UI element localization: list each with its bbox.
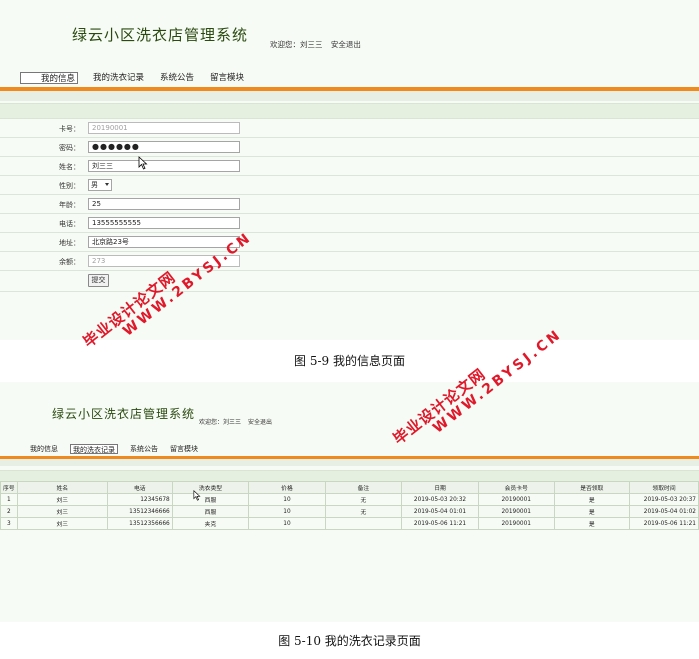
cell-collected: 是 [553, 493, 631, 506]
form-row-address: 地址： 北京路23号 [0, 233, 699, 252]
form-row-gender: 性别： 男 [0, 176, 699, 195]
cell-remark [324, 517, 403, 530]
cell-name: 刘三 [16, 505, 108, 518]
cell-phone: 13512346666 [106, 505, 173, 518]
mouse-cursor-icon-2 [193, 490, 201, 501]
gender-label: 性别： [59, 182, 80, 190]
gender-value: 男 [91, 181, 98, 189]
main-nav: 我的信息 我的洗衣记录 系统公告 留言模块 [20, 72, 259, 86]
content-header-strip [0, 103, 699, 119]
cell-name: 刘三 [16, 517, 108, 530]
form-row-age: 年龄： 25 [0, 195, 699, 214]
form-row-phone: 电话： 13555555555 [0, 214, 699, 233]
form-row-password: 密码： ●●●●●● [0, 138, 699, 157]
cell-card: 20190001 [477, 517, 555, 530]
age-label: 年龄： [59, 201, 80, 209]
col-header-collected: 是否领取 [553, 481, 631, 494]
system-title: 绿云小区洗衣店管理系统 [72, 26, 249, 44]
cell-name: 刘三 [16, 493, 108, 506]
card-number-field: 20190001 [88, 122, 240, 134]
form-row-submit: 提交 [0, 270, 699, 292]
nav-my-info-2[interactable]: 我的信息 [30, 444, 58, 454]
form-row-card: 卡号： 20190001 [0, 119, 699, 138]
table-header-row: 序号 姓名 电话 洗衣类型 价格 备注 日期 会员卡号 是否领取 领取时间 [0, 481, 699, 494]
balance-label: 余额： [59, 258, 80, 266]
figure-caption-5-10: 图 5-10 我的洗衣记录页面 [278, 634, 421, 648]
col-header-remark: 备注 [324, 481, 403, 494]
col-header-phone: 电话 [106, 481, 173, 494]
cell-collected: 是 [553, 517, 631, 530]
table-row: 1 刘三 12345678 西服 10 无 2019-05-03 20:32 2… [0, 493, 699, 506]
mouse-cursor-icon [138, 156, 148, 170]
password-field[interactable]: ●●●●●● [88, 141, 240, 153]
cell-index: 3 [0, 517, 18, 530]
col-header-index: 序号 [0, 481, 18, 494]
system-title-2: 绿云小区洗衣店管理系统 [52, 407, 196, 421]
table-row: 2 刘三 13512346666 西服 10 无 2019-05-04 01:0… [0, 505, 699, 518]
col-header-card: 会员卡号 [477, 481, 555, 494]
gender-select[interactable]: 男 [88, 179, 112, 191]
cell-date: 2019-05-03 20:32 [401, 493, 479, 506]
cell-collect-time: 2019-05-06 11:21 [629, 517, 699, 530]
welcome-bar: 欢迎您：刘三三 安全退出 [270, 39, 367, 50]
header-band [0, 91, 699, 101]
nav-my-laundry-records[interactable]: 我的洗衣记录 [92, 72, 145, 84]
cell-type: 夹克 [171, 517, 250, 530]
cell-remark: 无 [324, 493, 403, 506]
cell-card: 20190001 [477, 493, 555, 506]
submit-button[interactable]: 提交 [88, 274, 109, 287]
form-row-balance: 余额： 273 [0, 252, 699, 271]
col-header-type: 洗衣类型 [171, 481, 250, 494]
phone-label: 电话： [59, 220, 80, 228]
cell-collected: 是 [553, 505, 631, 518]
cell-collect-time: 2019-05-03 20:37 [629, 493, 699, 506]
form-row-name: 姓名： 刘三三 [0, 157, 699, 176]
welcome-text-2: 欢迎您：刘三三 [199, 419, 242, 426]
nav-messages-2[interactable]: 留言模块 [170, 444, 198, 454]
nav-messages[interactable]: 留言模块 [209, 72, 245, 84]
main-nav-2: 我的信息 我的洗衣记录 系统公告 留言模块 [30, 444, 210, 454]
welcome-bar-2: 欢迎您：刘三三 安全退出 [199, 417, 277, 426]
cell-price: 10 [248, 505, 326, 518]
nav-announcements[interactable]: 系统公告 [159, 72, 195, 84]
cell-remark: 无 [324, 505, 403, 518]
col-header-price: 价格 [248, 481, 326, 494]
cell-index: 1 [0, 493, 18, 506]
cell-type: 西服 [171, 493, 250, 506]
card-label: 卡号： [59, 125, 80, 133]
logout-link[interactable]: 安全退出 [331, 40, 361, 49]
chevron-down-icon [105, 183, 109, 186]
logout-link-2[interactable]: 安全退出 [248, 419, 272, 426]
table-row: 3 刘三 13512356666 夹克 10 2019-05-06 11:21 … [0, 517, 699, 530]
col-header-collect-time: 领取时间 [629, 481, 699, 494]
col-header-name: 姓名 [16, 481, 108, 494]
cell-date: 2019-05-06 11:21 [401, 517, 479, 530]
name-field[interactable]: 刘三三 [88, 160, 240, 172]
header-band-2 [0, 459, 699, 466]
cell-price: 10 [248, 493, 326, 506]
age-field[interactable]: 25 [88, 198, 240, 210]
cell-phone: 13512356666 [106, 517, 173, 530]
nav-my-laundry-records-2[interactable]: 我的洗衣记录 [70, 444, 118, 454]
cell-phone: 12345678 [106, 493, 173, 506]
name-label: 姓名： [59, 163, 80, 171]
nav-announcements-2[interactable]: 系统公告 [130, 444, 158, 454]
cell-collect-time: 2019-05-04 01:02 [629, 505, 699, 518]
cell-date: 2019-05-04 01:01 [401, 505, 479, 518]
cell-card: 20190001 [477, 505, 555, 518]
cell-index: 2 [0, 505, 18, 518]
nav-my-info[interactable]: 我的信息 [20, 72, 78, 84]
cell-price: 10 [248, 517, 326, 530]
address-label: 地址： [59, 239, 80, 247]
password-label: 密码： [59, 144, 80, 152]
welcome-text: 欢迎您：刘三三 [270, 40, 323, 49]
content-header-strip-2 [0, 470, 699, 481]
col-header-date: 日期 [401, 481, 479, 494]
laundry-records-table: 序号 姓名 电话 洗衣类型 价格 备注 日期 会员卡号 是否领取 领取时间 1 … [0, 481, 699, 530]
cell-type: 西服 [171, 505, 250, 518]
